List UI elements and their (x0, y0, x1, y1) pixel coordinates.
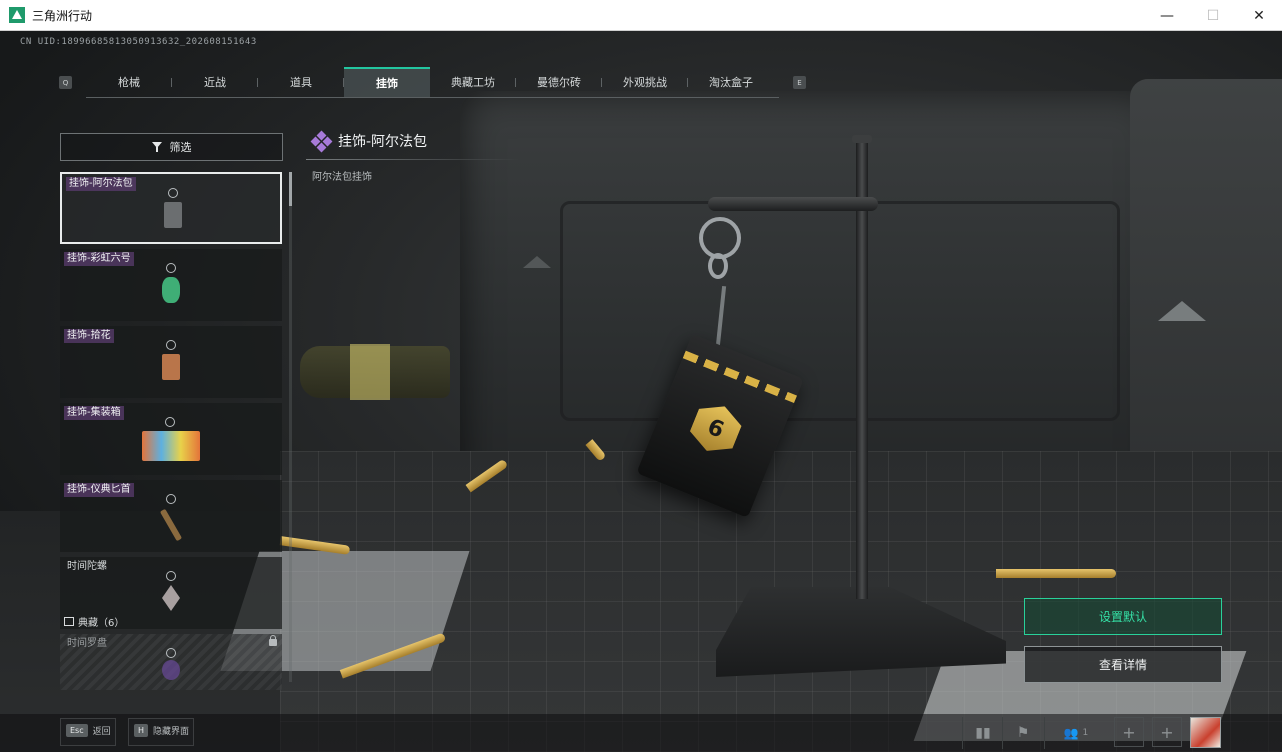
category-tabbar: 枪械 近战 道具 挂饰 典藏工坊 曼德尔砖 外观挑战 淘汰盒子 (86, 67, 779, 98)
image-icon (64, 617, 74, 626)
list-item-label: 挂饰-集装箱 (64, 406, 124, 420)
tab-melee[interactable]: 近战 (172, 67, 258, 97)
detail-divider (306, 159, 520, 160)
backdrop-bullet (996, 569, 1116, 578)
detail-title: 挂饰-阿尔法包 (338, 134, 428, 150)
list-item[interactable]: 挂饰-仪典匕首 (60, 480, 282, 552)
charm-ring-small (708, 253, 728, 279)
backdrop-chevron-icon-small (523, 256, 551, 268)
hide-ui-label: 隐藏界面 (153, 727, 190, 737)
list-item-label: 挂饰-彩虹六号 (64, 252, 134, 266)
stand-pole-cap (852, 135, 872, 143)
tab-charms[interactable]: 挂饰 (344, 67, 430, 97)
close-button[interactable]: ✕ (1236, 0, 1282, 31)
detail-header: 挂饰-阿尔法包 (310, 130, 428, 153)
stand-arm (708, 197, 878, 211)
filter-icon (151, 142, 162, 152)
bottom-separator (1002, 717, 1003, 749)
collection-label: 典藏（6） (78, 618, 125, 629)
tab-items[interactable]: 道具 (258, 67, 344, 97)
time-compass-thumbnail (160, 648, 182, 684)
esc-key: Esc (66, 724, 88, 737)
list-item-label: 挂饰-拾花 (64, 329, 114, 343)
game-viewport: 6 CN UID:18996685813050913632_2026081516… (0, 31, 1282, 752)
list-item-label: 时间陀螺 (67, 561, 107, 572)
squad-icon[interactable]: 👥 1 (1054, 719, 1098, 747)
collection-count-tag: 典藏（6） (64, 614, 124, 629)
add-slot-button[interactable]: + (1152, 717, 1182, 747)
list-item[interactable]: 挂饰-拾花 (60, 326, 282, 398)
squad-count: 1 (1082, 728, 1089, 738)
backdrop-bottle-label (350, 344, 390, 400)
tab-firearms[interactable]: 枪械 (86, 67, 172, 97)
rainbow-six-badge-icon: 6 (685, 398, 746, 460)
list-item-label: 挂饰-阿尔法包 (66, 177, 136, 191)
alpha-pack-thumbnail (162, 188, 184, 236)
list-item[interactable]: 挂饰-集装箱 (60, 403, 282, 475)
prev-tab-key-hint[interactable]: Q (59, 76, 72, 89)
avatar[interactable] (1190, 717, 1221, 748)
container-thumbnail (140, 417, 200, 465)
back-label: 返回 (92, 727, 111, 737)
tab-collection-workshop[interactable]: 典藏工坊 (430, 67, 516, 97)
tab-elimination-box[interactable]: 淘汰盒子 (688, 67, 774, 97)
flower-thumbnail (160, 340, 182, 388)
rarity-diamond-icon (310, 130, 333, 153)
list-item[interactable]: 挂饰-彩虹六号 (60, 249, 282, 321)
backdrop-chevron-icon (1158, 301, 1206, 321)
dagger-thumbnail (159, 494, 183, 542)
bottom-separator (1044, 717, 1045, 749)
uid-watermark: CN UID:18996685813050913632_202608151643 (20, 37, 257, 47)
filter-button[interactable]: 筛选 (60, 133, 283, 161)
h-key: H (134, 724, 149, 737)
add-slot-button[interactable]: + (1114, 717, 1144, 747)
list-scrollbar-thumb[interactable] (289, 172, 292, 206)
app-logo-icon (9, 7, 25, 23)
rainbow-six-thumbnail (160, 263, 182, 311)
list-item[interactable]: 时间罗盘 (60, 634, 282, 690)
minimize-button[interactable]: — (1144, 0, 1190, 31)
tab-appearance-challenge[interactable]: 外观挑战 (602, 67, 688, 97)
view-details-button[interactable]: 查看详情 (1024, 646, 1222, 683)
window-title: 三角洲行动 (32, 8, 93, 23)
time-top-thumbnail (160, 571, 182, 619)
stats-icon[interactable]: ▮▮ (968, 719, 998, 747)
tab-mandel-brick[interactable]: 曼德尔砖 (516, 67, 602, 97)
maximize-button[interactable]: ☐ (1190, 0, 1236, 31)
window-controls: — ☐ ✕ (1144, 0, 1282, 31)
next-tab-key-hint[interactable]: E (793, 76, 806, 89)
flag-icon[interactable]: ⚑ (1008, 719, 1038, 747)
filter-label: 筛选 (169, 141, 192, 154)
back-hint[interactable]: Esc 返回 (66, 724, 111, 737)
window-titlebar: 三角洲行动 — ☐ ✕ (0, 0, 1282, 31)
detail-description: 阿尔法包挂饰 (312, 172, 372, 183)
bottom-separator (962, 717, 963, 749)
backdrop-case-panel (560, 201, 1120, 421)
hide-ui-hint[interactable]: H 隐藏界面 (134, 724, 189, 737)
list-scrollbar[interactable] (289, 172, 292, 682)
lock-icon (269, 635, 277, 646)
set-default-button[interactable]: 设置默认 (1024, 598, 1222, 635)
list-item-label: 挂饰-仪典匕首 (64, 483, 134, 497)
list-item-label: 时间罗盘 (67, 638, 107, 649)
list-item[interactable]: 挂饰-阿尔法包 (60, 172, 282, 244)
